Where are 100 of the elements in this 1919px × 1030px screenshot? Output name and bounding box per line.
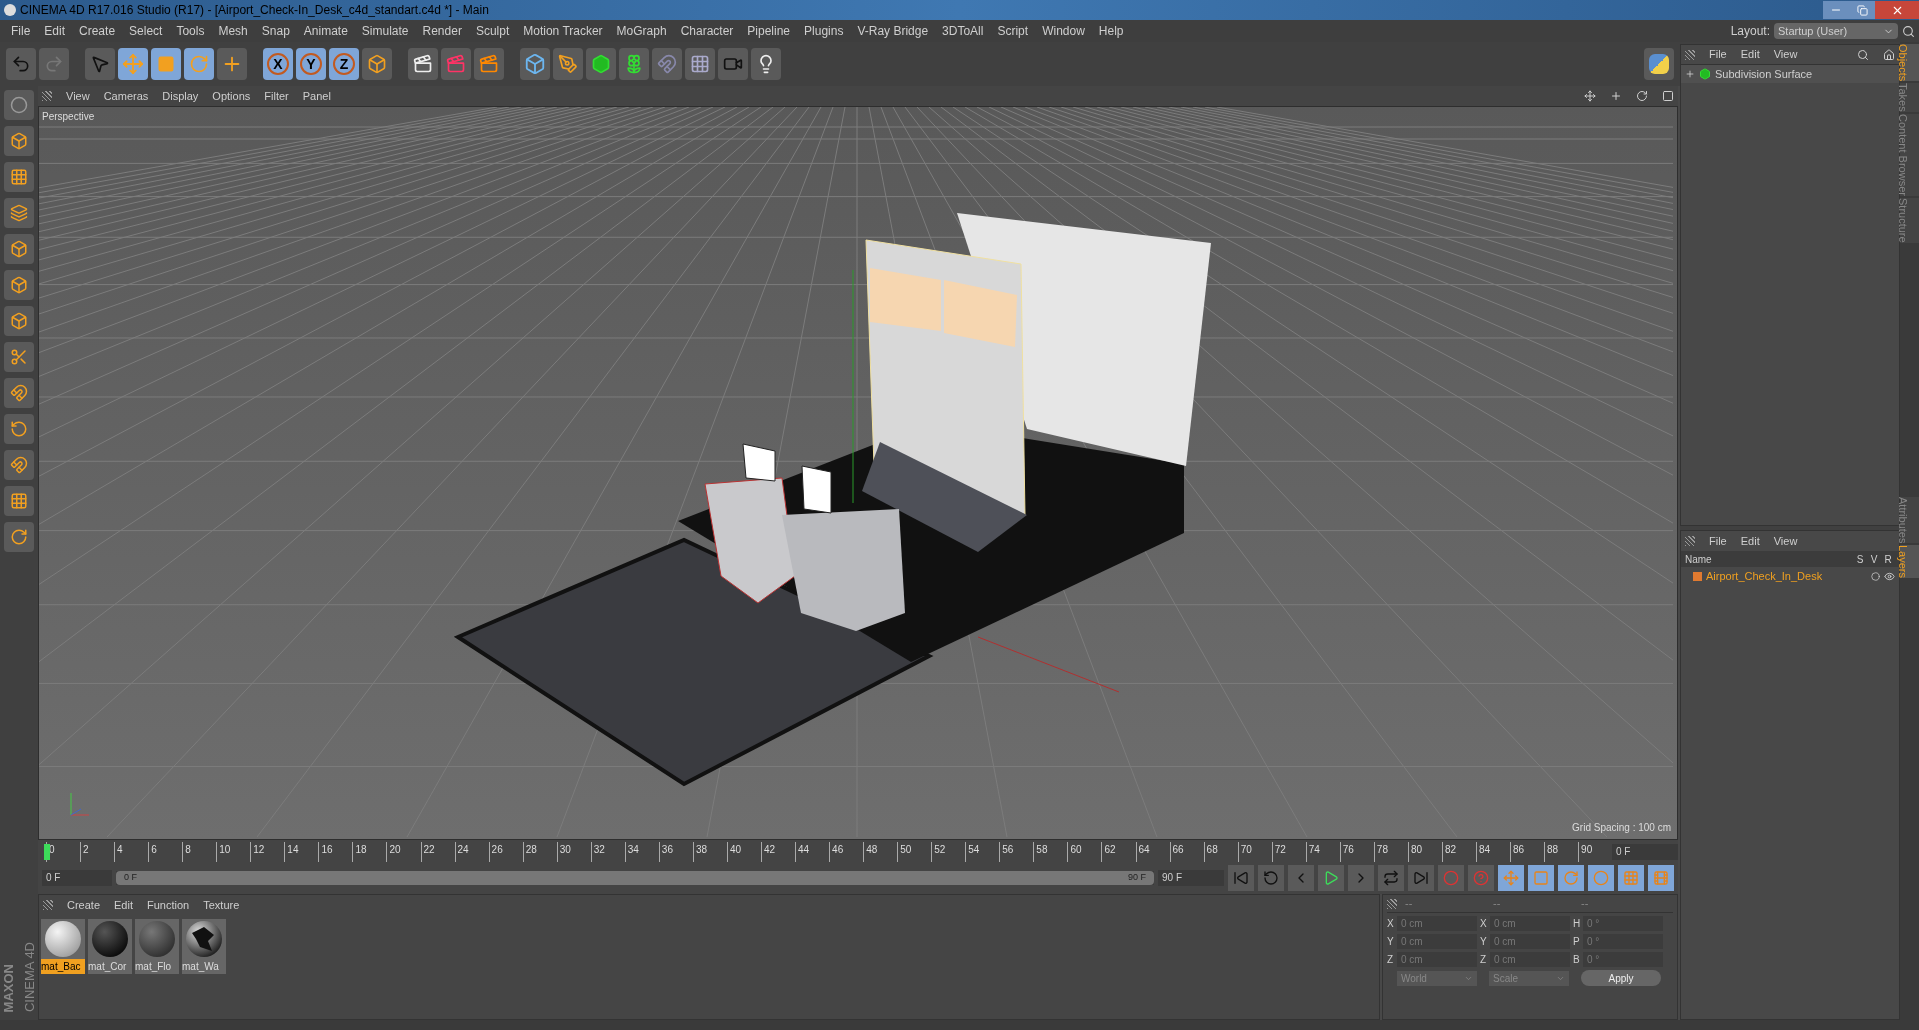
move-tool-button[interactable] [118,48,148,80]
menu-item[interactable]: Character [673,22,741,40]
frame-tick-label: 66 [1171,843,1184,857]
palette-tool-button[interactable] [4,90,34,120]
palette-tool-button[interactable] [4,198,34,228]
playback-button[interactable] [1318,865,1344,891]
rotate-tool-button[interactable] [184,48,214,80]
current-frame-field[interactable]: 0 F [1612,844,1678,860]
playback-button[interactable] [1408,865,1434,891]
viewport-menu-item[interactable]: View [66,87,90,105]
light-button[interactable] [751,48,781,80]
palette-tool-button[interactable] [4,162,34,192]
menu-item[interactable]: Plugins [797,22,851,40]
subdivision-button[interactable] [586,48,616,80]
redo-button[interactable] [39,48,69,80]
material-swatch[interactable]: mat_Wa [182,919,226,974]
render-view-button[interactable] [408,48,438,80]
material-menu-item[interactable]: Create [67,896,101,914]
viewport-menu-item[interactable]: Display [162,87,199,105]
menu-item[interactable]: V-Ray Bridge [850,22,936,40]
palette-tool-button[interactable] [4,486,34,516]
object-menu-item[interactable]: File [1709,46,1727,63]
menu-item[interactable]: 3DToAll [935,22,991,40]
select-tool-button[interactable] [85,48,115,80]
axis-lock-button[interactable]: X [263,48,293,80]
start-frame-field[interactable]: 0 F [42,870,112,886]
playback-button[interactable] [1288,865,1314,891]
palette-tool-button[interactable] [4,414,34,444]
undo-button[interactable] [6,48,36,80]
range-slider[interactable]: 0 F 90 F [116,871,1154,885]
menu-item[interactable]: Select [122,22,170,40]
palette-tool-button[interactable] [4,234,34,264]
transform-tool-button[interactable] [217,48,247,80]
viewport-menu-item[interactable]: Filter [264,87,289,105]
menu-item[interactable]: Mesh [211,22,255,40]
menu-item[interactable]: Animate [296,22,355,40]
menu-item[interactable]: Script [990,22,1036,40]
end-frame-field[interactable]: 90 F [1158,870,1224,886]
help-button[interactable] [1468,865,1494,891]
palette-tool-button[interactable] [4,378,34,408]
palette-tool-button[interactable] [4,450,34,480]
material-menu-item[interactable]: Function [147,896,190,914]
menu-item[interactable]: Simulate [354,22,416,40]
record-button[interactable] [1438,865,1464,891]
layout-dropdown[interactable]: Startup (User) [1774,23,1898,39]
scale-tool-button[interactable] [151,48,181,80]
object-row[interactable]: Subdivision Surface [1681,65,1899,83]
viewport-menu-item[interactable]: Panel [302,87,331,105]
python-button[interactable] [1644,48,1674,80]
menu-item[interactable]: Pipeline [740,22,798,40]
menu-item[interactable]: Edit [37,22,73,40]
material-swatch[interactable]: mat_Bac [41,919,85,974]
menu-item[interactable]: MoGraph [609,22,674,40]
menu-item[interactable]: Help [1091,22,1131,40]
deformer-button[interactable] [652,48,682,80]
palette-tool-button[interactable] [4,306,34,336]
layer-menu-item[interactable]: File [1709,532,1727,550]
cloner-button[interactable] [619,48,649,80]
object-menu-item[interactable]: View [1773,46,1798,63]
material-swatch[interactable]: mat_Cor [88,919,132,974]
menu-item[interactable]: File [4,22,38,40]
viewport-menu-item[interactable]: Cameras [103,87,149,105]
palette-tool-button[interactable] [4,126,34,156]
material-menu-item[interactable]: Edit [114,896,133,914]
close-button[interactable] [1875,1,1919,19]
coordinate-system-button[interactable] [362,48,392,80]
palette-tool-button[interactable] [4,342,34,372]
cube-button[interactable] [520,48,550,80]
palette-tool-button[interactable] [4,522,34,552]
menu-item[interactable]: Window [1035,22,1092,40]
maximize-button[interactable] [1849,1,1875,19]
floor-button[interactable] [685,48,715,80]
playback-button[interactable] [1228,865,1254,891]
playback-button[interactable] [1258,865,1284,891]
material-swatch[interactable]: mat_Flo [135,919,179,974]
menu-item[interactable]: Create [72,22,123,40]
axis-lock-button[interactable]: Y [296,48,326,80]
apply-button[interactable]: Apply [1581,970,1661,986]
pen-button[interactable] [553,48,583,80]
menu-item[interactable]: Tools [169,22,212,40]
viewport[interactable]: Perspective Grid Spacing : 100 cm [38,106,1678,840]
frame-tick-label: 26 [490,843,503,857]
camera-button[interactable] [718,48,748,80]
layer-menu-item[interactable]: Edit [1740,532,1760,550]
playback-button[interactable] [1378,865,1404,891]
render-settings-button[interactable] [474,48,504,80]
playback-button[interactable] [1348,865,1374,891]
menu-item[interactable]: Snap [254,22,297,40]
material-menu-item[interactable]: Texture [203,896,240,914]
menu-item[interactable]: Motion Tracker [516,22,610,40]
layer-row[interactable]: Airport_Check_In_Desk [1681,567,1899,585]
frame-tick-label: 64 [1137,843,1150,857]
axis-lock-button[interactable]: Z [329,48,359,80]
layer-menu-item[interactable]: View [1773,532,1798,550]
viewport-menu-item[interactable]: Options [212,87,251,105]
menu-item[interactable]: Sculpt [468,22,517,40]
menu-item[interactable]: Render [415,22,469,40]
palette-tool-button[interactable] [4,270,34,300]
minimize-button[interactable] [1823,1,1849,19]
object-menu-item[interactable]: Edit [1740,46,1760,63]
